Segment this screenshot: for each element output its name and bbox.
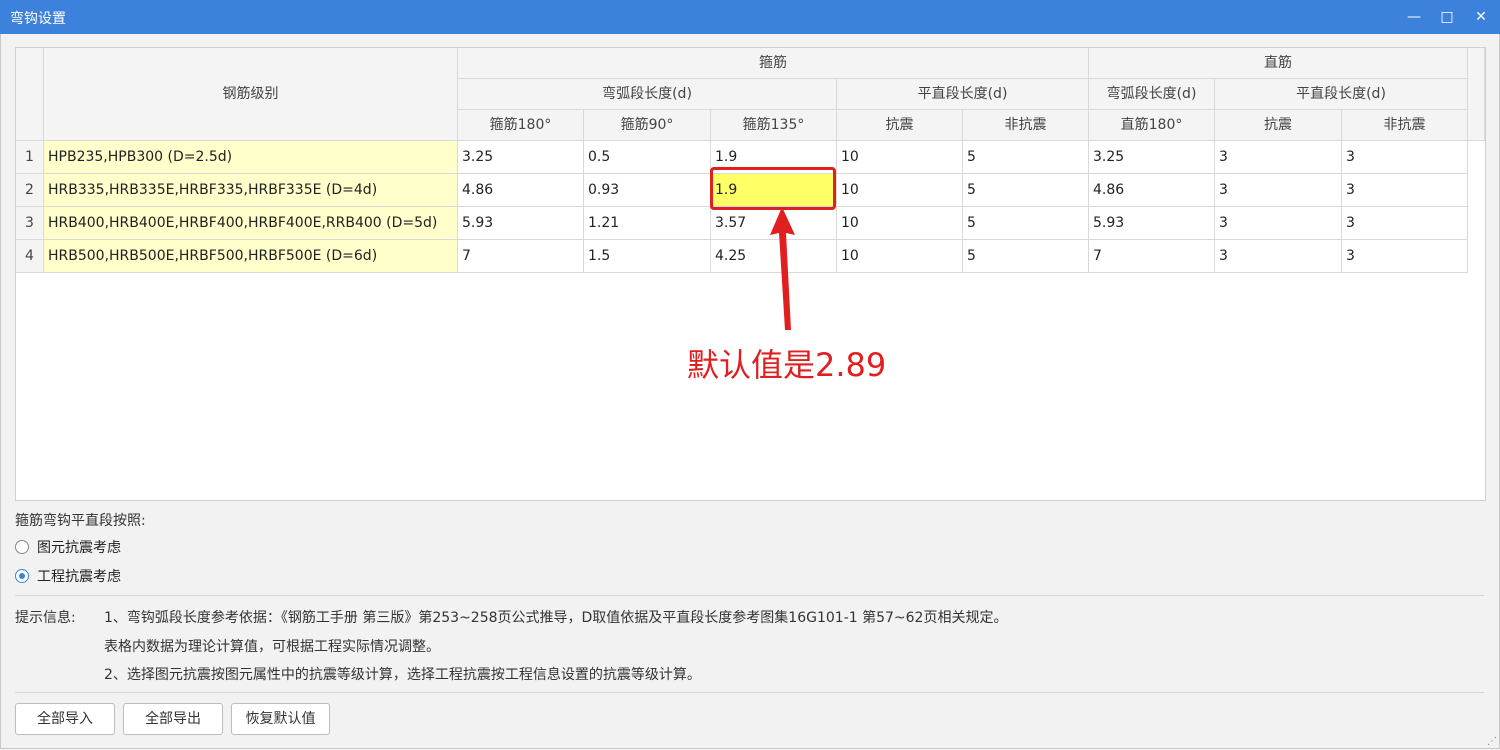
- annotation-arrow-shape: [770, 207, 795, 330]
- maximize-button[interactable]: □: [1433, 4, 1461, 30]
- resize-grip-icon[interactable]: ⋰: [1487, 736, 1497, 747]
- radio-label-component: 图元抗震考虑: [37, 540, 121, 556]
- grade-cell[interactable]: HRB500,HRB500E,HRBF500,HRBF500E (D=6d): [44, 240, 458, 273]
- header-straight-seismic: 抗震: [1215, 110, 1342, 141]
- value-cell[interactable]: 0.93: [584, 174, 711, 207]
- window-title: 弯钩设置: [10, 11, 66, 27]
- header-s135: 箍筋135°: [711, 110, 837, 141]
- header-stirrup-arc: 弯弧段长度(d): [458, 79, 837, 110]
- annotation-arrow: [770, 207, 795, 330]
- close-button[interactable]: ✕: [1467, 4, 1495, 30]
- radio-option-project[interactable]: 工程抗震考虑: [15, 566, 121, 586]
- header-grade: 钢筋级别: [44, 48, 458, 141]
- value-cell[interactable]: 4.86: [1089, 174, 1215, 207]
- hook-settings-table: 钢筋级别 箍筋 直筋 弯弧段长度(d) 平直段长度(d) 弯弧段长度(d) 平直…: [15, 47, 1486, 501]
- header-straight-arc: 弯弧段长度(d): [1089, 79, 1215, 110]
- radio-button-component[interactable]: [15, 540, 29, 554]
- export-all-button[interactable]: 全部导出: [123, 703, 223, 735]
- divider: [15, 692, 1484, 693]
- value-cell[interactable]: 5.93: [1089, 207, 1215, 240]
- header-stirrup-nonseismic: 非抗震: [963, 110, 1089, 141]
- value-cell[interactable]: 0.5: [584, 141, 711, 174]
- value-cell[interactable]: 3.25: [1089, 141, 1215, 174]
- row-number: 4: [16, 240, 44, 273]
- value-cell[interactable]: 3.25: [458, 141, 584, 174]
- value-cell[interactable]: 1.5: [584, 240, 711, 273]
- value-cell[interactable]: 3: [1215, 207, 1342, 240]
- value-cell[interactable]: 4.86: [458, 174, 584, 207]
- value-cell[interactable]: 10: [837, 207, 963, 240]
- value-cell[interactable]: 3: [1215, 174, 1342, 207]
- header-stirrup-seismic: 抗震: [837, 110, 963, 141]
- header-straight-nonseismic: 非抗震: [1342, 110, 1468, 141]
- grade-cell[interactable]: HPB235,HPB300 (D=2.5d): [44, 141, 458, 174]
- value-cell[interactable]: 3: [1215, 141, 1342, 174]
- value-cell[interactable]: 7: [1089, 240, 1215, 273]
- row-number: 3: [16, 207, 44, 240]
- header-straight-flat: 平直段长度(d): [1215, 79, 1468, 110]
- value-cell[interactable]: 3: [1342, 240, 1468, 273]
- value-cell[interactable]: 3: [1342, 174, 1468, 207]
- section-title: 箍筋弯钩平直段按照:: [15, 513, 146, 529]
- row-number: 2: [16, 174, 44, 207]
- value-cell[interactable]: 10: [837, 174, 963, 207]
- header-corner: [16, 48, 44, 141]
- value-cell[interactable]: 3: [1215, 240, 1342, 273]
- value-cell[interactable]: 7: [458, 240, 584, 273]
- value-cell[interactable]: 3: [1342, 141, 1468, 174]
- radio-label-project: 工程抗震考虑: [37, 569, 121, 585]
- tip-line-3: 2、选择图元抗震按图元属性中的抗震等级计算，选择工程抗震按工程信息设置的抗震等级…: [104, 667, 701, 683]
- value-cell[interactable]: 5: [963, 174, 1089, 207]
- value-cell[interactable]: 5: [963, 207, 1089, 240]
- header-straight: 直筋: [1089, 48, 1468, 79]
- title-bar: 弯钩设置 — □ ✕: [0, 0, 1500, 34]
- header-stirrup-flat: 平直段长度(d): [837, 79, 1089, 110]
- import-all-button[interactable]: 全部导入: [15, 703, 115, 735]
- radio-button-project[interactable]: [15, 569, 29, 583]
- value-cell[interactable]: 5: [963, 240, 1089, 273]
- header-z180: 直筋180°: [1089, 110, 1215, 141]
- tip-line-1: 1、弯钩弧段长度参考依据：《钢筋工手册 第三版》第253~258页公式推导，D取…: [104, 610, 1008, 626]
- header-s180: 箍筋180°: [458, 110, 584, 141]
- divider: [15, 595, 1484, 596]
- value-cell[interactable]: 10: [837, 141, 963, 174]
- grade-cell[interactable]: HRB400,HRB400E,HRBF400,HRBF400E,RRB400 (…: [44, 207, 458, 240]
- grade-cell[interactable]: HRB335,HRB335E,HRBF335,HRBF335E (D=4d): [44, 174, 458, 207]
- restore-default-button[interactable]: 恢复默认值: [231, 703, 330, 735]
- annotation-highlight-box: [710, 167, 836, 210]
- tips-label: 提示信息:: [15, 610, 76, 626]
- minimize-button[interactable]: —: [1400, 4, 1428, 30]
- value-cell[interactable]: 3: [1342, 207, 1468, 240]
- value-cell[interactable]: 10: [837, 240, 963, 273]
- row-number: 1: [16, 141, 44, 174]
- header-s90: 箍筋90°: [584, 110, 711, 141]
- header-stirrup: 箍筋: [458, 48, 1089, 79]
- radio-option-component[interactable]: 图元抗震考虑: [15, 537, 121, 557]
- value-cell[interactable]: 5.93: [458, 207, 584, 240]
- tip-line-2: 表格内数据为理论计算值，可根据工程实际情况调整。: [104, 639, 440, 655]
- annotation-text: 默认值是2.89: [687, 346, 887, 384]
- header-filler: [1468, 48, 1485, 141]
- value-cell[interactable]: 1.21: [584, 207, 711, 240]
- value-cell[interactable]: 5: [963, 141, 1089, 174]
